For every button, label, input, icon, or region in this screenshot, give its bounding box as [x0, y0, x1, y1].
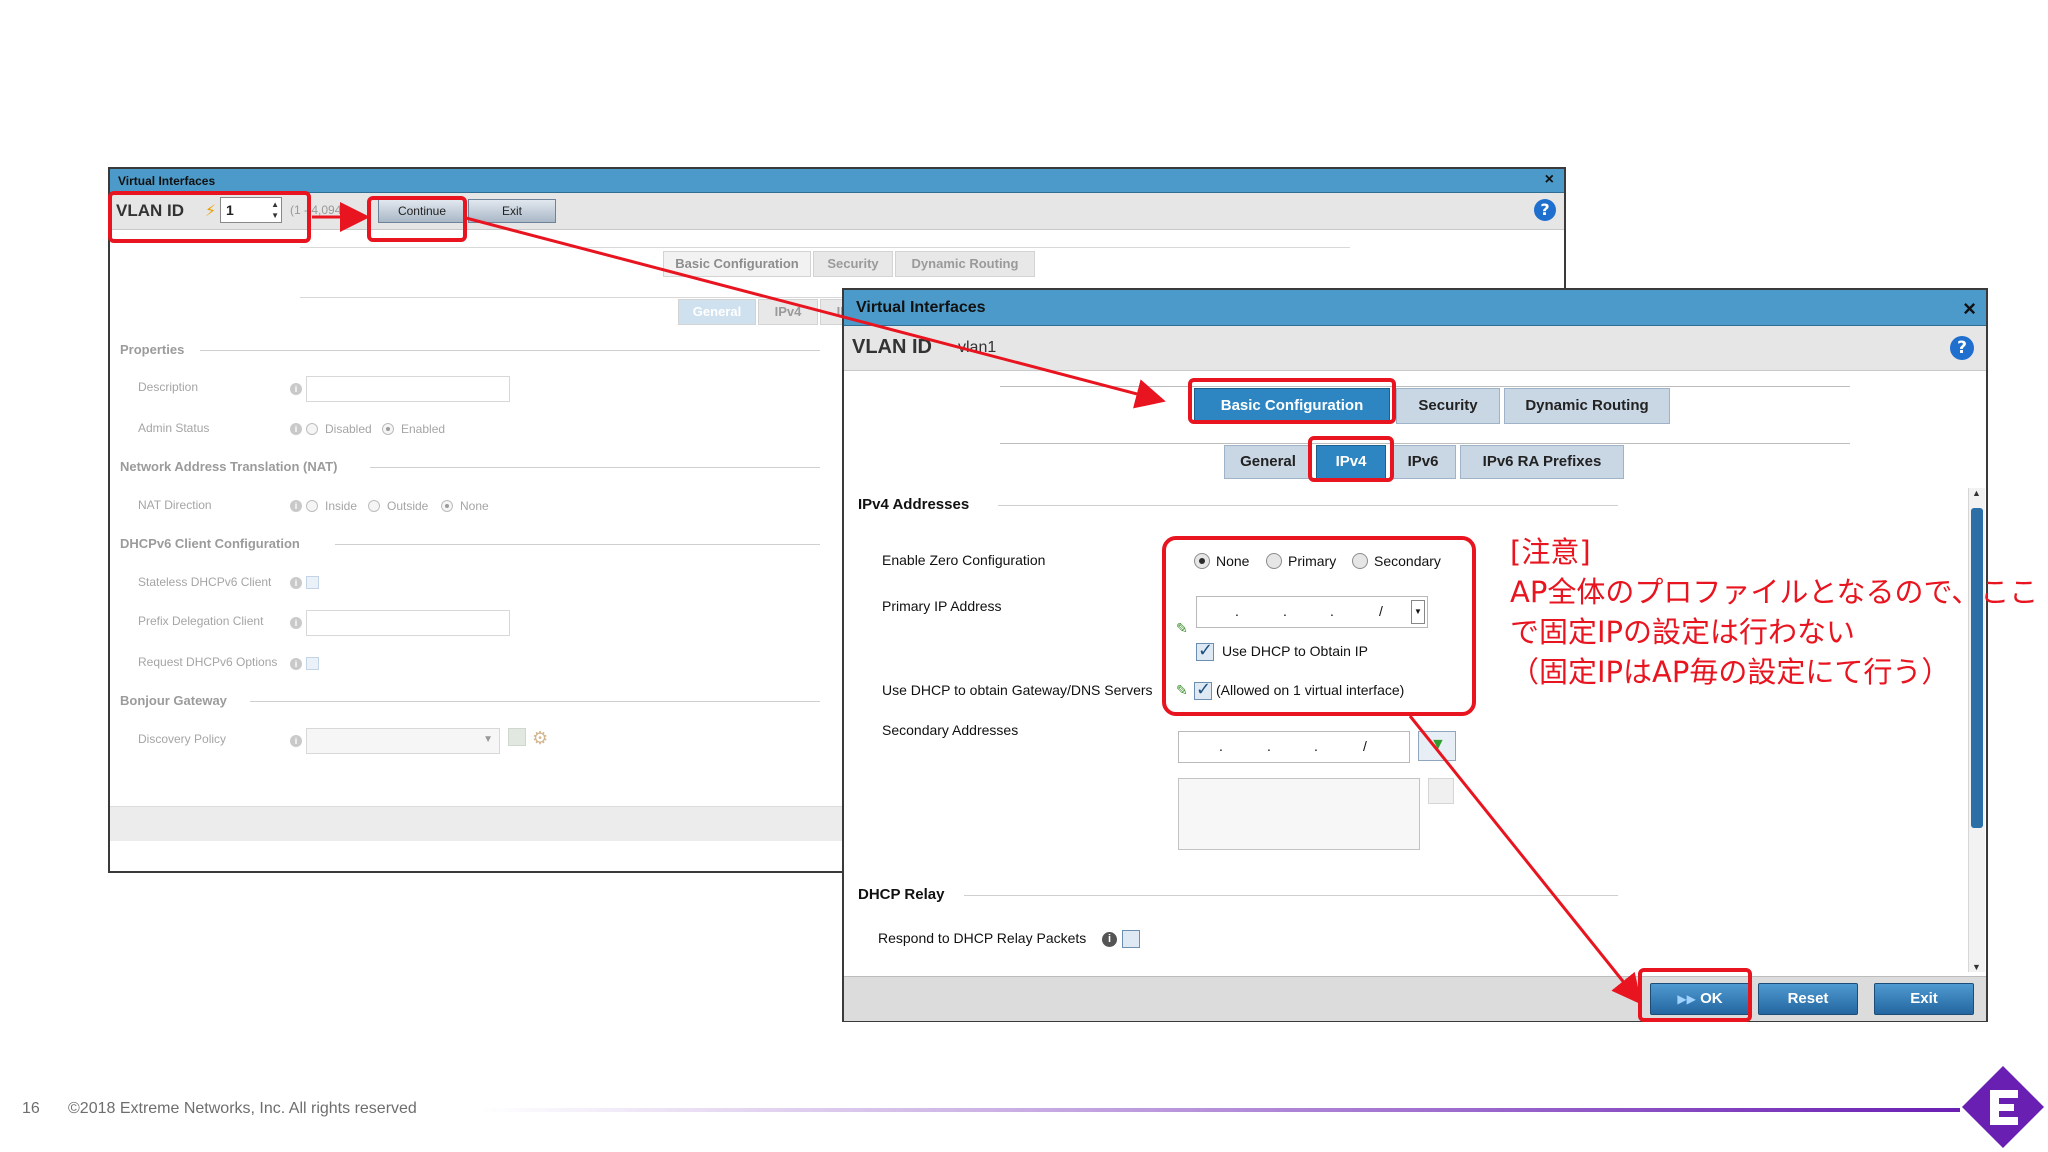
arrow-continue-to-basic-config	[465, 216, 1166, 409]
annotation-line4: （固定IPはAP毎の設定にて行う）	[1510, 655, 1951, 689]
annotation-note: [注意] AP全体のプロファイルとなるので、ここ で固定IPの設定は行わない （…	[1510, 532, 2038, 692]
arrow-dhcp-to-ok	[1408, 715, 1642, 1005]
footer-copyright: ©2018 Extreme Networks, Inc. All rights …	[68, 1100, 417, 1117]
annotation-line1: [注意]	[1510, 535, 1591, 569]
annotation-line3: で固定IPの設定は行わない	[1510, 615, 1856, 649]
footer-page-number: 16	[22, 1100, 40, 1117]
annotation-line2: AP全体のプロファイルとなるので、ここ	[1510, 575, 2039, 609]
footer-gradient-line	[480, 1108, 1960, 1112]
extreme-logo-icon	[1962, 1066, 2044, 1148]
